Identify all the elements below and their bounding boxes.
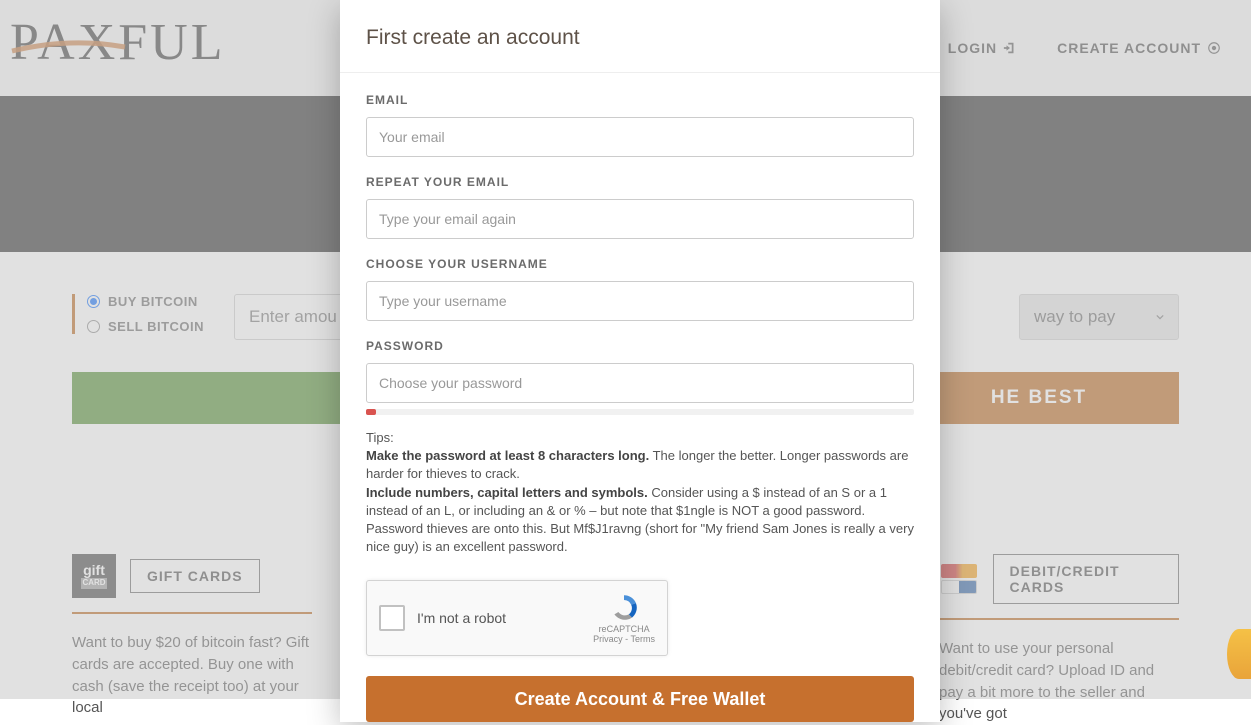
password-label: PASSWORD: [366, 339, 914, 353]
recaptcha-brand: reCAPTCHA: [599, 624, 650, 634]
recaptcha-label: I'm not a robot: [417, 610, 593, 626]
username-input[interactable]: [366, 281, 914, 321]
tip2-strong: Include numbers, capital letters and sym…: [366, 485, 648, 500]
email-input[interactable]: [366, 117, 914, 157]
recaptcha-checkbox[interactable]: [379, 605, 405, 631]
password-input[interactable]: [366, 363, 914, 403]
repeat-email-label: REPEAT YOUR EMAIL: [366, 175, 914, 189]
email-label: EMAIL: [366, 93, 914, 107]
recaptcha-links[interactable]: Privacy - Terms: [593, 634, 655, 644]
modal-header: First create an account: [340, 0, 940, 73]
chat-widget-icon[interactable]: [1227, 629, 1251, 679]
password-strength-meter: [366, 409, 914, 415]
password-tips: Tips: Make the password at least 8 chara…: [366, 429, 914, 556]
recaptcha-widget[interactable]: I'm not a robot reCAPTCHA Privacy - Term…: [366, 580, 668, 656]
modal-body: EMAIL REPEAT YOUR EMAIL CHOOSE YOUR USER…: [340, 73, 940, 722]
create-account-button[interactable]: Create Account & Free Wallet: [366, 676, 914, 722]
tips-intro: Tips:: [366, 430, 394, 445]
username-label: CHOOSE YOUR USERNAME: [366, 257, 914, 271]
create-account-modal: First create an account EMAIL REPEAT YOU…: [340, 0, 940, 722]
modal-title: First create an account: [366, 26, 914, 50]
recaptcha-icon: [608, 592, 640, 624]
recaptcha-badge: reCAPTCHA Privacy - Terms: [593, 592, 655, 644]
tip1-strong: Make the password at least 8 characters …: [366, 448, 649, 463]
repeat-email-input[interactable]: [366, 199, 914, 239]
